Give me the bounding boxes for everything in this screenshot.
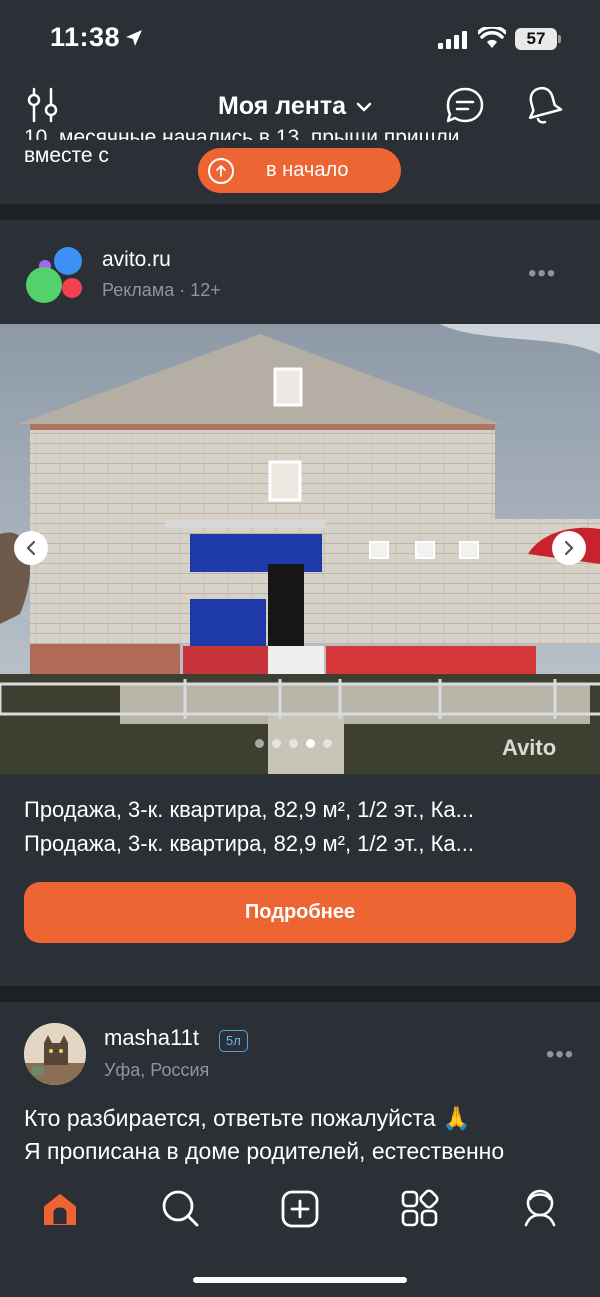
profile-icon[interactable] bbox=[520, 1187, 560, 1229]
chevron-left-icon bbox=[26, 540, 36, 556]
post-divider bbox=[0, 204, 600, 220]
details-button[interactable]: Подробнее bbox=[24, 882, 576, 943]
post-divider bbox=[0, 986, 600, 1002]
next-photo-button[interactable] bbox=[552, 531, 586, 565]
pagination-dot[interactable] bbox=[255, 739, 264, 748]
pagination-dot[interactable] bbox=[289, 739, 298, 748]
location-arrow-icon bbox=[126, 30, 142, 46]
post-author-location: Уфа, Россия bbox=[104, 1060, 210, 1080]
listing-photo[interactable] bbox=[0, 324, 600, 774]
user-badge: 5л bbox=[219, 1030, 248, 1052]
avito-watermark: Avito bbox=[502, 735, 557, 760]
scroll-to-top-label: в начало bbox=[266, 159, 349, 181]
post-author-name[interactable]: masha11t bbox=[104, 1025, 199, 1051]
avatar-cat-image bbox=[24, 1023, 86, 1085]
previous-photo-button[interactable] bbox=[14, 531, 48, 565]
chevron-right-icon bbox=[564, 540, 574, 556]
battery-tip bbox=[558, 35, 561, 43]
home-indicator[interactable] bbox=[193, 1277, 407, 1283]
battery-indicator: 57 bbox=[515, 28, 557, 50]
create-post-icon[interactable] bbox=[280, 1189, 320, 1229]
post-more-options-icon[interactable]: ••• bbox=[546, 1041, 574, 1069]
photo-pagination-dots bbox=[255, 739, 332, 748]
post-text-line[interactable]: Я прописана в доме родителей, естественн… bbox=[24, 1138, 590, 1165]
user-avatar[interactable] bbox=[24, 1023, 86, 1085]
house-photo-image bbox=[0, 324, 600, 774]
home-icon[interactable] bbox=[41, 1190, 79, 1228]
avito-logo[interactable] bbox=[24, 244, 86, 306]
status-time: 11:38 bbox=[50, 22, 121, 52]
arrow-up-icon bbox=[208, 157, 234, 184]
previous-post-line: 10, месячные начались в 13, прыщи пришли bbox=[24, 126, 460, 140]
cellular-signal-icon bbox=[438, 31, 467, 49]
services-icon[interactable] bbox=[400, 1189, 440, 1229]
search-icon[interactable] bbox=[160, 1188, 200, 1228]
pagination-dot[interactable] bbox=[306, 739, 315, 748]
pagination-dot[interactable] bbox=[272, 739, 281, 748]
ad-label: Реклама · 12+ bbox=[102, 280, 221, 300]
pagination-dot[interactable] bbox=[323, 739, 332, 748]
listing-title[interactable]: Продажа, 3-к. квартира, 82,9 м², 1/2 эт.… bbox=[24, 831, 584, 857]
listing-title[interactable]: Продажа, 3-к. квартира, 82,9 м², 1/2 эт.… bbox=[24, 797, 584, 823]
scroll-to-top-button[interactable]: в начало bbox=[198, 148, 401, 193]
post-more-options-icon[interactable]: ••• bbox=[528, 260, 556, 288]
wifi-icon bbox=[478, 27, 506, 48]
post-text-line[interactable]: Кто разбирается, ответьте пожалуйста 🙏 bbox=[24, 1105, 590, 1132]
ad-author-name[interactable]: avito.ru bbox=[102, 248, 171, 272]
